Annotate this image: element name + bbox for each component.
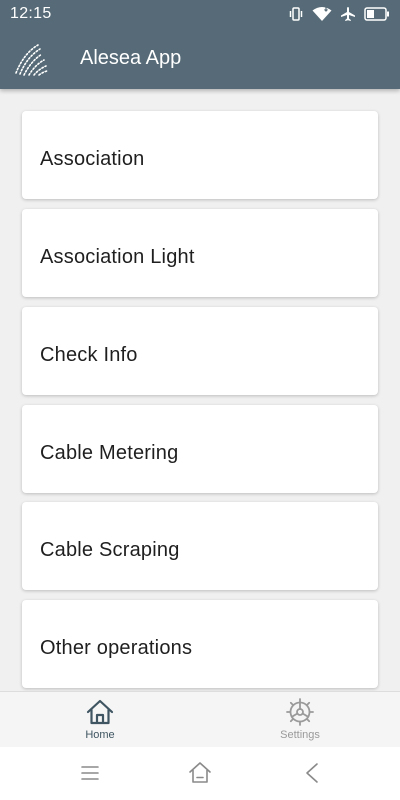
battery-icon bbox=[364, 7, 390, 21]
app-bar: Alesea App bbox=[0, 30, 400, 89]
operations-list: Association Association Light Check Info… bbox=[0, 89, 400, 691]
airplane-icon bbox=[340, 6, 356, 22]
wifi-icon bbox=[312, 6, 332, 22]
menu-item-label: Cable Metering bbox=[40, 442, 179, 464]
home-icon[interactable] bbox=[186, 759, 214, 787]
menu-item-label: Other operations bbox=[40, 637, 193, 659]
status-icons bbox=[288, 4, 390, 24]
system-navigation-bar bbox=[0, 746, 400, 800]
back-icon[interactable] bbox=[298, 759, 326, 787]
menu-item-cable-metering[interactable]: Cable Metering bbox=[22, 405, 378, 493]
menu-item-label: Cable Scraping bbox=[40, 539, 180, 561]
app-header: 12:15 Alesea App bbox=[0, 0, 400, 89]
menu-item-label: Association bbox=[40, 148, 145, 170]
nav-tab-settings[interactable]: Settings bbox=[200, 692, 400, 747]
settings-icon bbox=[285, 697, 315, 727]
menu-item-label: Association Light bbox=[40, 246, 195, 268]
menu-item-other-operations[interactable]: Other operations bbox=[22, 600, 378, 688]
menu-item-cable-scraping[interactable]: Cable Scraping bbox=[22, 502, 378, 590]
nav-tab-label: Home bbox=[85, 729, 115, 741]
bottom-navigation: Home Settings bbox=[0, 691, 400, 747]
nav-tab-home[interactable]: Home bbox=[0, 692, 200, 747]
home-icon bbox=[85, 697, 115, 727]
menu-item-label: Check Info bbox=[40, 344, 138, 366]
nav-tab-label: Settings bbox=[280, 729, 320, 741]
menu-item-association[interactable]: Association bbox=[22, 111, 378, 199]
vibrate-icon bbox=[288, 6, 304, 22]
status-bar: 12:15 bbox=[0, 0, 400, 30]
menu-icon[interactable] bbox=[76, 759, 104, 787]
status-time: 12:15 bbox=[10, 5, 52, 22]
menu-item-check-info[interactable]: Check Info bbox=[22, 307, 378, 395]
app-title: Alesea App bbox=[80, 47, 182, 69]
alesea-logo bbox=[12, 39, 50, 79]
menu-item-association-light[interactable]: Association Light bbox=[22, 209, 378, 297]
